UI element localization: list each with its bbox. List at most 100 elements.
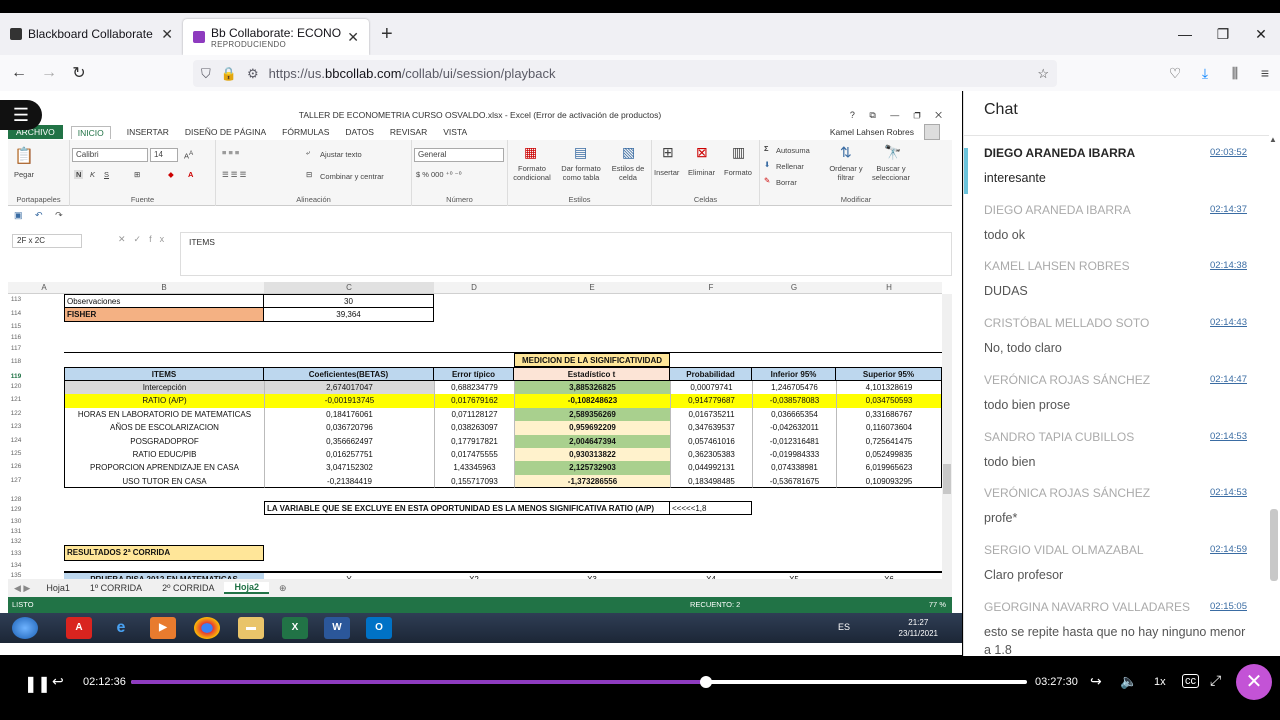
table-cell-e[interactable]: 0,930313822 [514, 448, 670, 462]
table-cell-g[interactable]: -0,019984333 [752, 448, 836, 462]
close-playback-button[interactable]: ✕ [1236, 664, 1272, 700]
insert-cells-icon[interactable]: ⊞ [662, 144, 674, 161]
bold-icon[interactable]: N [74, 170, 84, 179]
wrap-text-icon[interactable]: ⤶ [306, 148, 310, 158]
cell-x3-header[interactable]: X3 [514, 571, 670, 579]
undo-icon[interactable]: ↶ [35, 210, 43, 220]
table-cell-f[interactable]: 0,183498485 [670, 474, 752, 489]
chat-message[interactable]: SERGIO VIDAL OLMAZABAL 02:14:59 Claro prof… [984, 543, 1249, 584]
chat-message[interactable]: GEORGINA NAVARRO VALLADARES 02:15:05 esto … [984, 600, 1249, 656]
cell-observaciones-label[interactable]: Observaciones [64, 294, 264, 308]
number-format-select[interactable]: General [414, 148, 504, 162]
align-top-icon[interactable]: ≡ ≡ ≡ [222, 148, 239, 157]
font-color-icon[interactable]: A [188, 170, 193, 179]
sheet-tab-hoja2[interactable]: Hoja2 [224, 582, 269, 594]
chat-message[interactable]: SANDRO TAPIA CUBILLOS 02:14:53 todo bien [984, 430, 1249, 471]
sheet-tab-corrida2[interactable]: 2º CORRIDA [152, 583, 224, 593]
row-header[interactable]: 116 [8, 334, 24, 341]
row-header[interactable]: 125 [8, 450, 24, 457]
sheet-tab-corrida1[interactable]: 1º CORRIDA [80, 583, 152, 593]
shield-icon[interactable]: ⛉ [201, 66, 211, 82]
chrome-icon[interactable] [194, 617, 220, 639]
table-cell-e[interactable]: 2,004647394 [514, 434, 670, 448]
reload-icon[interactable]: ↻ [64, 63, 94, 83]
ribbon-tab-revisar[interactable]: REVISAR [390, 127, 427, 137]
cell-styles-label[interactable]: Estilos de celda [608, 164, 648, 182]
acrobat-icon[interactable]: A [66, 617, 92, 639]
fill-icon[interactable]: ⬇ [764, 160, 770, 169]
library-icon[interactable]: ⫼ [1220, 65, 1250, 82]
table-cell-d[interactable]: 0,177917821 [434, 434, 514, 448]
chat-timestamp-link[interactable]: 02:14:43 [1210, 317, 1247, 328]
clear-label[interactable]: Borrar [776, 178, 797, 187]
table-cell-d[interactable]: 1,43345963 [434, 461, 514, 475]
fill-label[interactable]: Rellenar [776, 162, 804, 171]
table-cell-c[interactable]: 2,674017047 [264, 381, 434, 395]
table-cell-f[interactable]: 0,914779687 [670, 394, 752, 408]
table-format-icon[interactable]: ▤ [574, 144, 587, 161]
cell-observaciones-value[interactable]: 30 [264, 294, 434, 308]
cell-x6-header[interactable]: X6 [836, 571, 942, 579]
progress-track[interactable] [131, 676, 1027, 688]
fx-icon[interactable]: ✕✓fx [118, 234, 172, 245]
scrollbar-thumb[interactable] [943, 464, 951, 494]
table-cell-f[interactable]: 0,347639537 [670, 421, 752, 435]
zoom-level[interactable]: 77 % [929, 597, 946, 613]
header-superior[interactable]: Superior 95% [836, 367, 942, 381]
bookmark-star-icon[interactable]: ☆ [1037, 66, 1049, 82]
table-cell-g[interactable]: 1,246705476 [752, 381, 836, 395]
col-header-f[interactable]: F [670, 282, 752, 294]
table-cell-b[interactable]: AÑOS DE ESCOLARIZACION [64, 421, 264, 435]
ribbon-tab-vista[interactable]: VISTA [443, 127, 467, 137]
row-header[interactable]: 135 [8, 572, 24, 579]
playback-speed[interactable]: 1x [1154, 676, 1166, 688]
formula-input[interactable]: ITEMS [180, 232, 952, 276]
delete-cells-icon[interactable]: ⊠ [696, 144, 708, 161]
sort-filter-label[interactable]: Ordenar y filtrar [826, 164, 866, 182]
cell-x2-header[interactable]: X2 [434, 571, 514, 579]
forward-icon[interactable]: ↪ [1090, 673, 1102, 690]
rewind-icon[interactable]: ↩ [52, 673, 64, 690]
lock-icon[interactable]: 🔒 [221, 66, 237, 82]
table-cell-e[interactable]: 2,589356269 [514, 407, 670, 422]
font-grow-icon[interactable]: AA [184, 150, 193, 161]
fullscreen-icon[interactable]: ⤢ [1210, 672, 1221, 689]
cell-x4-header[interactable]: X4 [670, 571, 752, 579]
chat-timestamp-link[interactable]: 02:14:38 [1210, 260, 1247, 271]
table-cell-b[interactable]: USO TUTOR EN CASA [64, 474, 264, 489]
row-header[interactable]: 121 [8, 396, 24, 403]
table-cell-g[interactable]: 0,036665354 [752, 407, 836, 422]
outlook-icon[interactable]: O [366, 617, 392, 639]
ribbon-tab-inicio[interactable]: INICIO [70, 125, 111, 139]
table-cell-b[interactable]: PROPORCION APRENDIZAJE EN CASA [64, 461, 264, 475]
chat-message[interactable]: KAMEL LAHSEN ROBRES 02:14:38 DUDAS [984, 259, 1249, 300]
font-name-select[interactable]: Calibri [72, 148, 148, 162]
url-bar[interactable]: ⛉ 🔒 ⚙ https://us. bbcollab.com/collab/ui/… [193, 60, 1057, 87]
table-cell-h[interactable]: 4,101328619 [836, 381, 942, 395]
language-indicator[interactable]: ES [838, 622, 850, 632]
ribbon-tab-insertar[interactable]: INSERTAR [127, 127, 169, 137]
chat-timestamp-link[interactable]: 02:15:05 [1210, 601, 1247, 612]
ie-icon[interactable]: e [108, 617, 134, 639]
results-second-run[interactable]: RESULTADOS 2ª CORRIDA [64, 545, 264, 561]
table-cell-h[interactable]: 0,116073604 [836, 421, 942, 435]
table-cell-h[interactable]: 0,034750593 [836, 394, 942, 408]
vertical-scrollbar[interactable] [942, 294, 952, 579]
chat-scrollbar[interactable]: ▲ [1268, 135, 1278, 656]
row-header[interactable]: 129 [8, 506, 24, 513]
cell-fisher-label[interactable]: FISHER [64, 308, 264, 322]
tab-collaborate[interactable]: Bb Collaborate: ECONOMETRIA REPRODUCIEND… [183, 19, 369, 55]
table-cell-g[interactable]: -0,536781675 [752, 474, 836, 489]
table-cell-b[interactable]: HORAS EN LABORATORIO DE MATEMATICAS [64, 407, 264, 422]
table-cell-f[interactable]: 0,057461016 [670, 434, 752, 448]
paste-label[interactable]: Pegar [14, 170, 34, 179]
underline-icon[interactable]: S [104, 170, 109, 179]
chat-scrollbar-thumb[interactable] [1270, 509, 1278, 581]
download-icon[interactable]: ⤓ [1190, 65, 1220, 82]
col-header-d[interactable]: D [434, 282, 514, 294]
row-header[interactable]: 131 [8, 528, 24, 535]
find-select-label[interactable]: Buscar y seleccionar [868, 164, 914, 182]
table-cell-d[interactable]: 0,038263097 [434, 421, 514, 435]
table-cell-h[interactable]: 0,331686767 [836, 407, 942, 422]
exclusion-note[interactable]: LA VARIABLE QUE SE EXCLUYE EN ESTA OPORT… [264, 501, 670, 515]
